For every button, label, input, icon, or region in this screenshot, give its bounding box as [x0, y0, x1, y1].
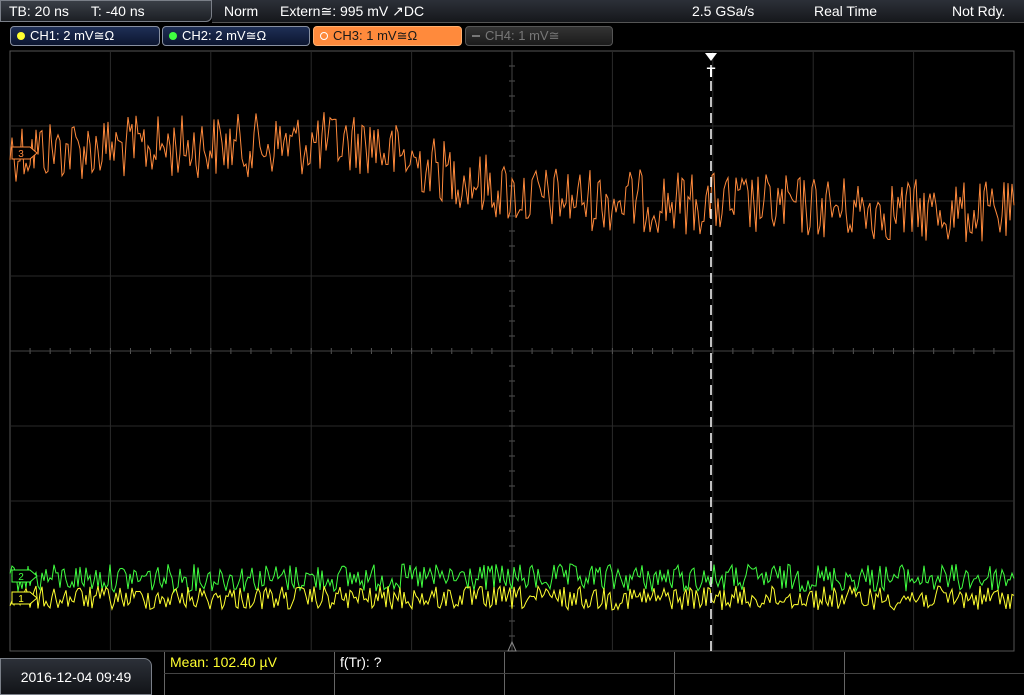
- ch1-offset-marker-label: 1: [18, 594, 24, 605]
- trigger-marker-label: T: [707, 64, 716, 80]
- mean-measurement[interactable]: Mean: 102.40 µV: [170, 654, 277, 670]
- ftr-measurement[interactable]: f(Tr): ?: [340, 654, 381, 670]
- measurement-panel: Mean: 102.40 µV f(Tr): ?: [164, 652, 1024, 695]
- ch3-offset-marker-label: 3: [18, 149, 24, 160]
- ch2-offset-marker-label: 2: [18, 572, 24, 583]
- datetime-text: 2016-12-04 09:49: [20, 668, 132, 685]
- waveform-display[interactable]: T 3 2 1: [0, 0, 1024, 660]
- datetime-box: 2016-12-04 09:49: [0, 658, 152, 695]
- divider: [164, 673, 1024, 674]
